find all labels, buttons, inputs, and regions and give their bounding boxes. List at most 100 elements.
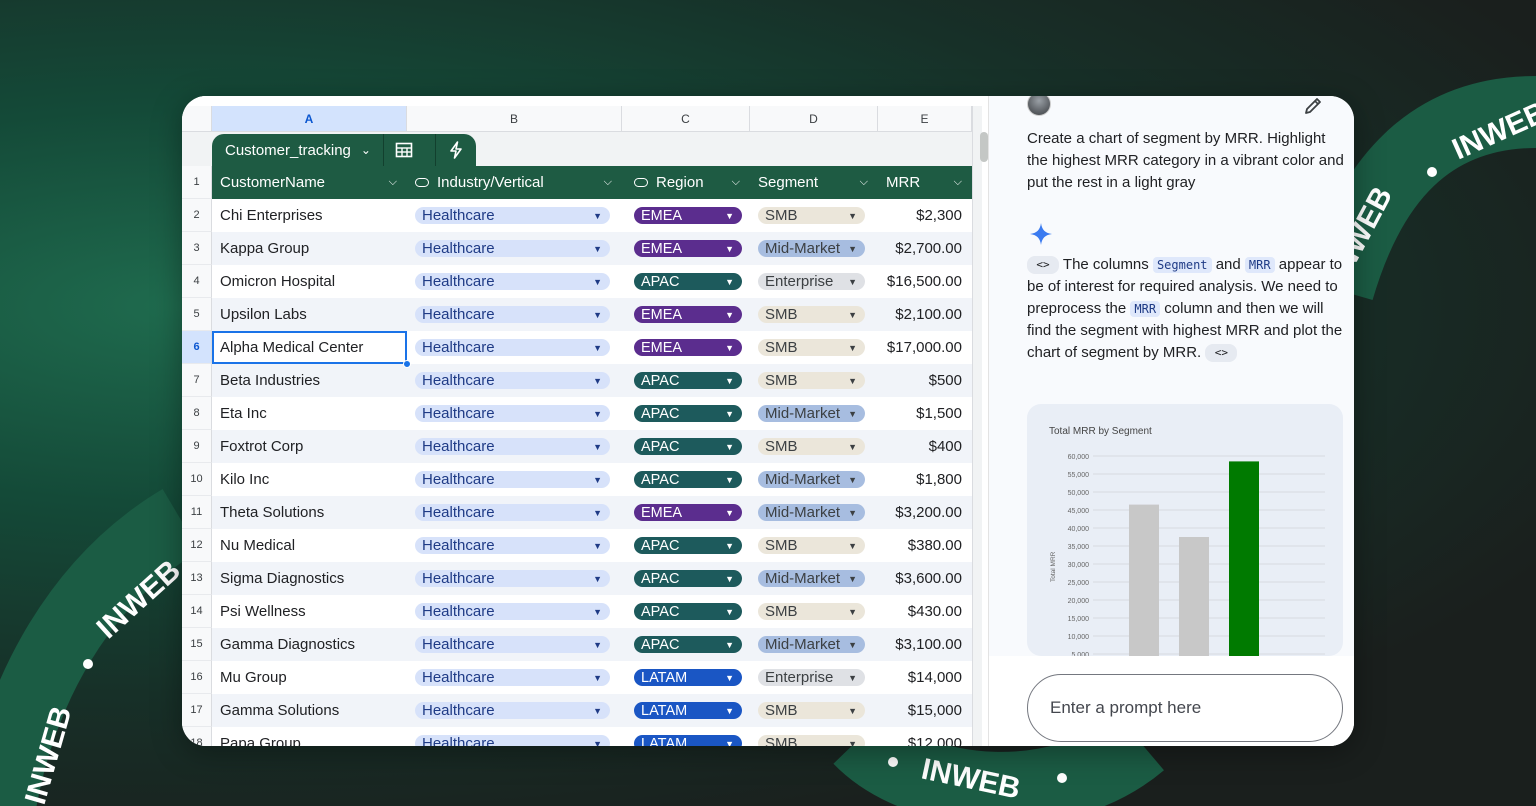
column-header-a[interactable]: A bbox=[212, 106, 407, 132]
edit-pencil-icon[interactable] bbox=[1301, 96, 1325, 118]
industry-cell[interactable]: Healthcare ▼ bbox=[407, 430, 622, 463]
industry-dropdown-chip[interactable]: Healthcare ▼ bbox=[415, 504, 610, 521]
segment-dropdown-chip[interactable]: Mid-Market ▼ bbox=[758, 636, 865, 653]
row-number[interactable]: 11 bbox=[182, 496, 212, 529]
code-toggle-button[interactable]: <> bbox=[1205, 344, 1238, 363]
chevron-down-icon[interactable]: ⌵ bbox=[604, 176, 612, 189]
row-number[interactable]: 8 bbox=[182, 397, 212, 430]
region-cell[interactable]: APAC ▼ bbox=[622, 364, 750, 397]
segment-cell[interactable]: SMB ▼ bbox=[750, 694, 878, 727]
region-cell[interactable]: EMEA ▼ bbox=[622, 496, 750, 529]
row-number[interactable]: 1 bbox=[182, 166, 212, 199]
industry-cell[interactable]: Healthcare ▼ bbox=[407, 331, 622, 364]
region-dropdown-chip[interactable]: APAC ▼ bbox=[634, 636, 742, 653]
region-dropdown-chip[interactable]: APAC ▼ bbox=[634, 273, 742, 290]
industry-cell[interactable]: Healthcare ▼ bbox=[407, 463, 622, 496]
industry-dropdown-chip[interactable]: Healthcare ▼ bbox=[415, 471, 610, 488]
mrr-cell[interactable]: $3,200.00 bbox=[878, 496, 972, 529]
region-dropdown-chip[interactable]: EMEA ▼ bbox=[634, 240, 742, 257]
segment-dropdown-chip[interactable]: Mid-Market ▼ bbox=[758, 471, 865, 488]
industry-cell[interactable]: Healthcare ▼ bbox=[407, 727, 622, 746]
automation-button[interactable] bbox=[436, 134, 476, 166]
row-number[interactable]: 13 bbox=[182, 562, 212, 595]
customer-name-cell[interactable]: Kappa Group bbox=[212, 232, 407, 265]
industry-cell[interactable]: Healthcare ▼ bbox=[407, 694, 622, 727]
segment-cell[interactable]: SMB ▼ bbox=[750, 595, 878, 628]
industry-dropdown-chip[interactable]: Healthcare ▼ bbox=[415, 537, 610, 554]
customer-name-cell[interactable]: Omicron Hospital bbox=[212, 265, 407, 298]
row-number[interactable]: 15 bbox=[182, 628, 212, 661]
industry-cell[interactable]: Healthcare ▼ bbox=[407, 199, 622, 232]
mrr-cell[interactable]: $1,500 bbox=[878, 397, 972, 430]
segment-dropdown-chip[interactable]: Mid-Market ▼ bbox=[758, 405, 865, 422]
segment-dropdown-chip[interactable]: SMB ▼ bbox=[758, 603, 865, 620]
industry-cell[interactable]: Healthcare ▼ bbox=[407, 496, 622, 529]
row-number[interactable]: 10 bbox=[182, 463, 212, 496]
segment-cell[interactable]: Mid-Market ▼ bbox=[750, 496, 878, 529]
segment-dropdown-chip[interactable]: Mid-Market ▼ bbox=[758, 240, 865, 257]
industry-dropdown-chip[interactable]: Healthcare ▼ bbox=[415, 339, 610, 356]
header-mrr[interactable]: MRR ⌵ bbox=[878, 166, 972, 199]
region-dropdown-chip[interactable]: APAC ▼ bbox=[634, 405, 742, 422]
row-number[interactable]: 5 bbox=[182, 298, 212, 331]
industry-dropdown-chip[interactable]: Healthcare ▼ bbox=[415, 636, 610, 653]
row-number[interactable]: 3 bbox=[182, 232, 212, 265]
industry-dropdown-chip[interactable]: Healthcare ▼ bbox=[415, 735, 610, 746]
region-cell[interactable]: APAC ▼ bbox=[622, 529, 750, 562]
industry-dropdown-chip[interactable]: Healthcare ▼ bbox=[415, 405, 610, 422]
mrr-cell[interactable]: $500 bbox=[878, 364, 972, 397]
segment-cell[interactable]: SMB ▼ bbox=[750, 199, 878, 232]
industry-dropdown-chip[interactable]: Healthcare ▼ bbox=[415, 240, 610, 257]
customer-name-cell[interactable]: Gamma Solutions bbox=[212, 694, 407, 727]
select-all-corner[interactable] bbox=[182, 106, 212, 132]
region-dropdown-chip[interactable]: APAC ▼ bbox=[634, 537, 742, 554]
row-number[interactable]: 6 bbox=[182, 331, 212, 364]
row-number[interactable]: 16 bbox=[182, 661, 212, 694]
industry-dropdown-chip[interactable]: Healthcare ▼ bbox=[415, 438, 610, 455]
industry-cell[interactable]: Healthcare ▼ bbox=[407, 628, 622, 661]
region-dropdown-chip[interactable]: APAC ▼ bbox=[634, 570, 742, 587]
segment-dropdown-chip[interactable]: SMB ▼ bbox=[758, 438, 865, 455]
chevron-down-icon[interactable]: ⌵ bbox=[860, 176, 868, 189]
segment-cell[interactable]: Mid-Market ▼ bbox=[750, 463, 878, 496]
header-customer-name[interactable]: CustomerName ⌵ bbox=[212, 166, 407, 199]
segment-dropdown-chip[interactable]: SMB ▼ bbox=[758, 339, 865, 356]
region-dropdown-chip[interactable]: EMEA ▼ bbox=[634, 339, 742, 356]
column-header-d[interactable]: D bbox=[750, 106, 878, 132]
customer-name-cell[interactable]: Eta Inc bbox=[212, 397, 407, 430]
row-number[interactable]: 14 bbox=[182, 595, 212, 628]
segment-dropdown-chip[interactable]: SMB ▼ bbox=[758, 306, 865, 323]
segment-dropdown-chip[interactable]: SMB ▼ bbox=[758, 735, 865, 746]
region-dropdown-chip[interactable]: LATAM ▼ bbox=[634, 669, 742, 686]
customer-name-cell[interactable]: Gamma Diagnostics bbox=[212, 628, 407, 661]
region-cell[interactable]: APAC ▼ bbox=[622, 463, 750, 496]
row-number[interactable]: 2 bbox=[182, 199, 212, 232]
column-header-b[interactable]: B bbox=[407, 106, 622, 132]
segment-dropdown-chip[interactable]: Enterprise ▼ bbox=[758, 273, 865, 290]
region-cell[interactable]: LATAM ▼ bbox=[622, 661, 750, 694]
customer-name-cell[interactable]: Kilo Inc bbox=[212, 463, 407, 496]
region-cell[interactable]: EMEA ▼ bbox=[622, 232, 750, 265]
prompt-input[interactable]: Enter a prompt here bbox=[1027, 674, 1343, 742]
customer-name-cell[interactable]: Nu Medical bbox=[212, 529, 407, 562]
segment-cell[interactable]: SMB ▼ bbox=[750, 331, 878, 364]
region-cell[interactable]: APAC ▼ bbox=[622, 265, 750, 298]
mrr-cell[interactable]: $16,500.00 bbox=[878, 265, 972, 298]
header-industry[interactable]: Industry/Vertical ⌵ bbox=[407, 166, 622, 199]
industry-cell[interactable]: Healthcare ▼ bbox=[407, 529, 622, 562]
region-cell[interactable]: APAC ▼ bbox=[622, 397, 750, 430]
header-segment[interactable]: Segment ⌵ bbox=[750, 166, 878, 199]
region-cell[interactable]: LATAM ▼ bbox=[622, 727, 750, 746]
segment-cell[interactable]: SMB ▼ bbox=[750, 364, 878, 397]
industry-cell[interactable]: Healthcare ▼ bbox=[407, 265, 622, 298]
segment-dropdown-chip[interactable]: Mid-Market ▼ bbox=[758, 504, 865, 521]
customer-name-cell[interactable]: Alpha Medical Center bbox=[212, 331, 411, 368]
region-cell[interactable]: APAC ▼ bbox=[622, 562, 750, 595]
segment-dropdown-chip[interactable]: SMB ▼ bbox=[758, 537, 865, 554]
industry-cell[interactable]: Healthcare ▼ bbox=[407, 661, 622, 694]
mrr-cell[interactable]: $430.00 bbox=[878, 595, 972, 628]
region-dropdown-chip[interactable]: APAC ▼ bbox=[634, 603, 742, 620]
chevron-down-icon[interactable]: ⌵ bbox=[732, 176, 740, 189]
customer-name-cell[interactable]: Sigma Diagnostics bbox=[212, 562, 407, 595]
industry-dropdown-chip[interactable]: Healthcare ▼ bbox=[415, 669, 610, 686]
